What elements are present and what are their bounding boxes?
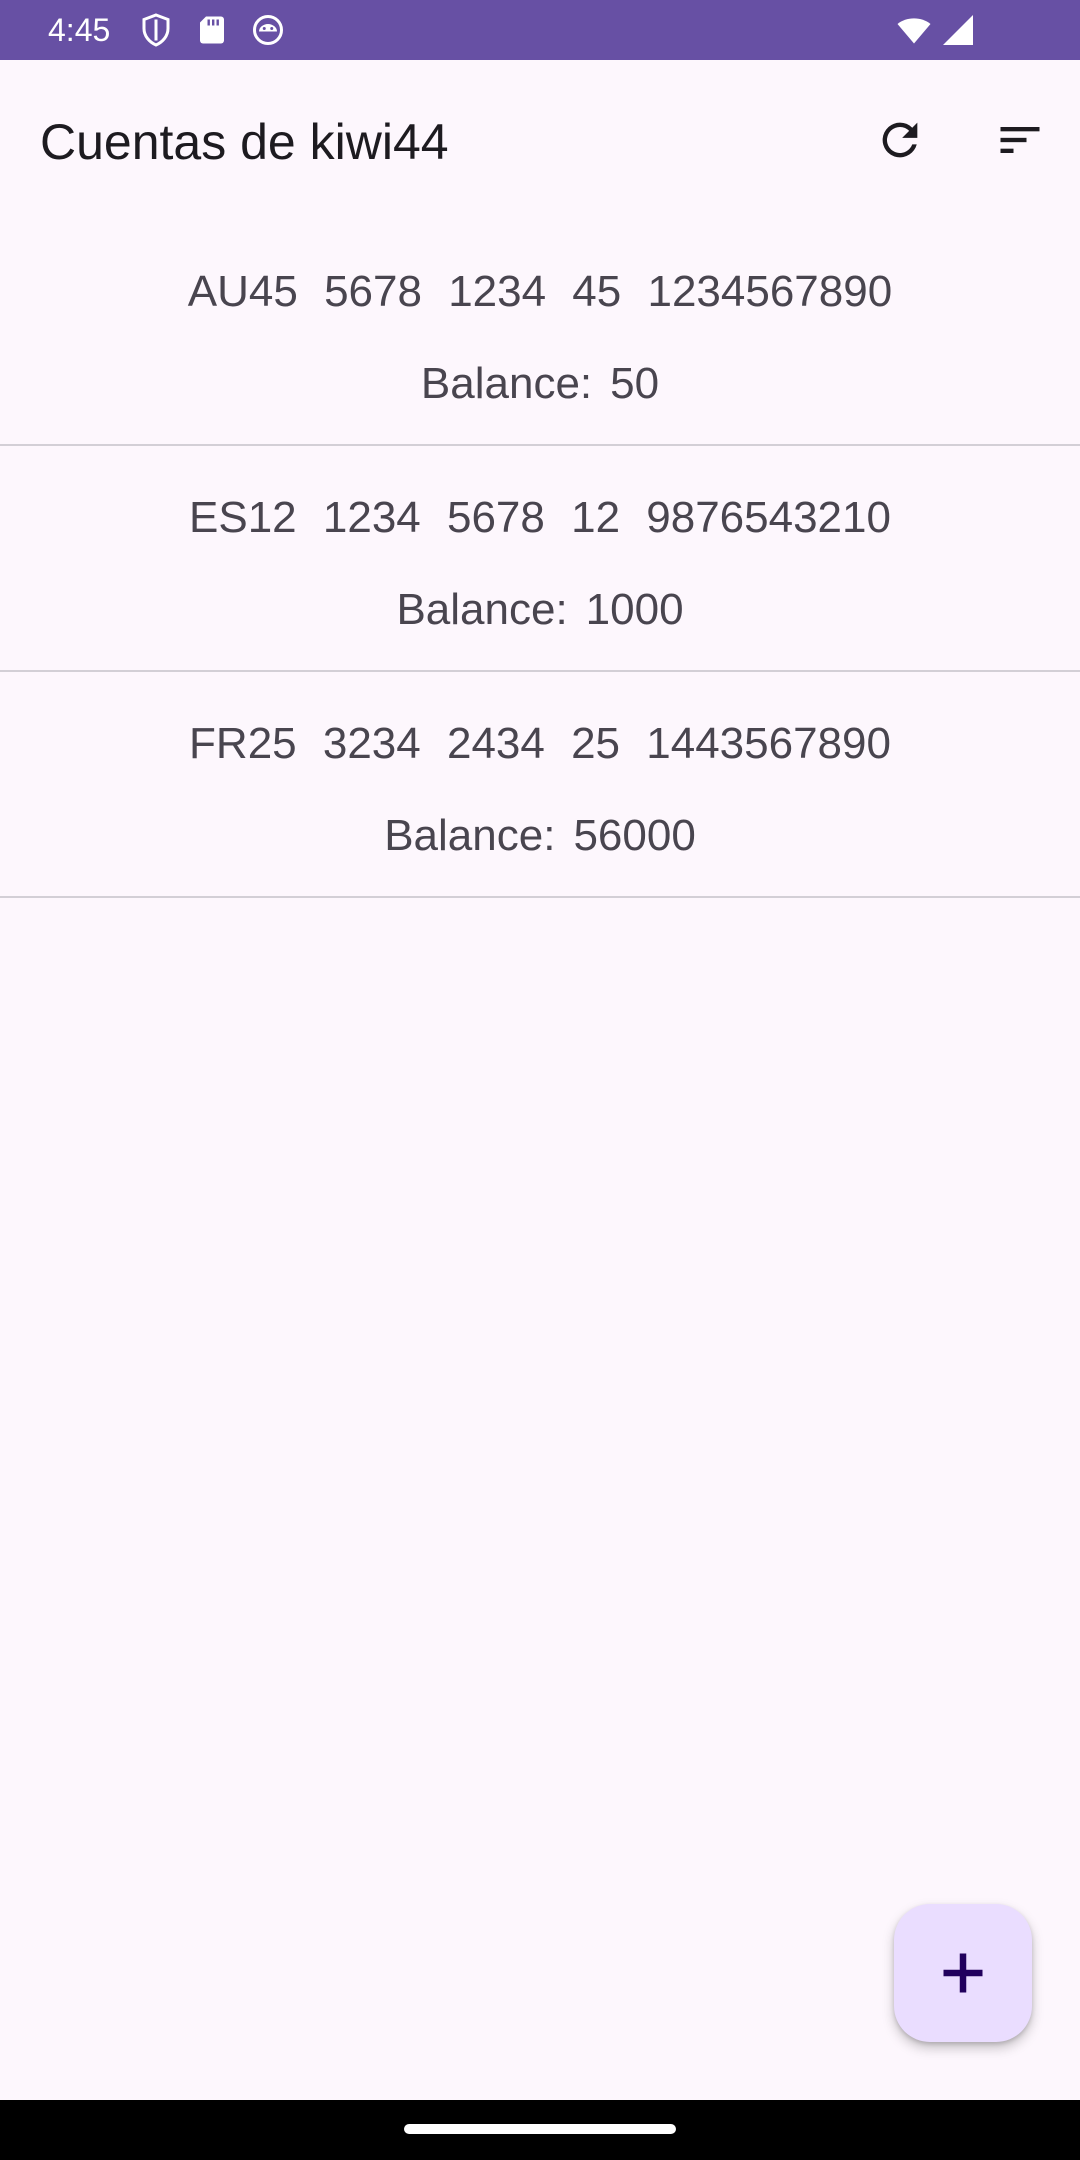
sd-card-icon bbox=[194, 12, 230, 48]
account-balance: Balance: 50 bbox=[0, 358, 1080, 410]
add-account-button[interactable] bbox=[894, 1904, 1032, 2042]
account-list: AU45 5678 1234 45 1234567890 Balance: 50 … bbox=[0, 220, 1080, 898]
account-iban: ES12 1234 5678 12 9876543210 bbox=[189, 493, 891, 542]
balance-label: Balance: bbox=[384, 811, 556, 860]
plus-icon bbox=[943, 1953, 983, 1993]
status-bar: 4:45 bbox=[0, 0, 1080, 60]
refresh-button[interactable] bbox=[860, 100, 940, 180]
balance-value: 1000 bbox=[585, 585, 684, 634]
account-balance: Balance: 56000 bbox=[0, 810, 1080, 862]
sort-icon bbox=[1000, 127, 1040, 153]
balance-label: Balance: bbox=[396, 585, 568, 634]
shield-icon bbox=[138, 12, 174, 48]
navigation-bar bbox=[0, 2100, 1080, 2160]
screen: 4:45 Cuentas de kiwi44 AU45 5678 1234 45… bbox=[0, 0, 1080, 2160]
balance-value: 56000 bbox=[573, 811, 696, 860]
list-item[interactable]: AU45 5678 1234 45 1234567890 Balance: 50 bbox=[0, 220, 1080, 446]
android-face-icon bbox=[250, 12, 286, 48]
home-gesture-handle[interactable] bbox=[404, 2124, 676, 2134]
page-title: Cuentas de kiwi44 bbox=[40, 114, 449, 170]
cell-signal-icon bbox=[940, 12, 976, 48]
app-bar: Cuentas de kiwi44 bbox=[0, 60, 1080, 220]
list-item[interactable]: FR25 3234 2434 25 1443567890 Balance: 560… bbox=[0, 672, 1080, 898]
sort-button[interactable] bbox=[980, 100, 1060, 180]
list-item[interactable]: ES12 1234 5678 12 9876543210 Balance: 100… bbox=[0, 446, 1080, 672]
account-iban: AU45 5678 1234 45 1234567890 bbox=[187, 267, 893, 316]
account-balance: Balance: 1000 bbox=[0, 584, 1080, 636]
status-time: 4:45 bbox=[48, 12, 111, 48]
account-iban: FR25 3234 2434 25 1443567890 bbox=[189, 719, 891, 768]
balance-value: 50 bbox=[610, 359, 660, 408]
balance-label: Balance: bbox=[420, 359, 593, 408]
wifi-icon bbox=[896, 12, 932, 48]
refresh-icon bbox=[882, 122, 918, 158]
